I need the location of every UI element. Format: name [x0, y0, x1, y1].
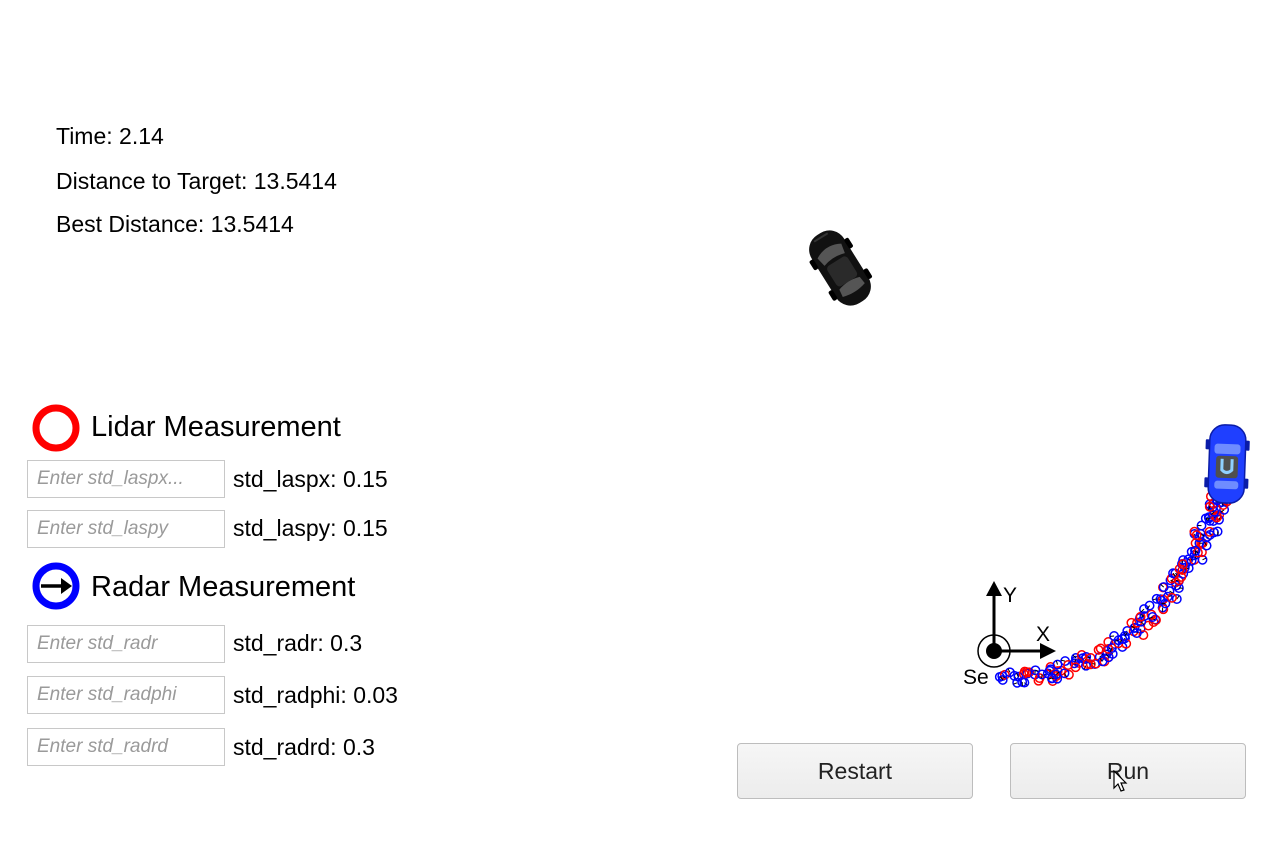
radar-velocity-tick [1061, 659, 1066, 662]
radar-velocity-tick [1217, 531, 1219, 536]
mouse-cursor-icon [1113, 770, 1128, 792]
simulation-scene: Y X Se [809, 230, 1250, 689]
radar-velocity-tick [1160, 584, 1165, 588]
radar-velocity-tick [1176, 595, 1180, 600]
radar-velocity-tick [1202, 557, 1207, 561]
sensor-label: Se [963, 666, 989, 689]
y-axis-label: Y [1003, 584, 1017, 607]
restart-button[interactable]: Restart [737, 743, 973, 799]
target-car-icon [809, 230, 872, 306]
ego-car-icon [1204, 424, 1250, 504]
x-axis-label: X [1036, 623, 1050, 646]
measurement-points [994, 491, 1233, 688]
radar-velocity-tick [1055, 660, 1058, 665]
radar-velocity-tick [1013, 682, 1018, 685]
